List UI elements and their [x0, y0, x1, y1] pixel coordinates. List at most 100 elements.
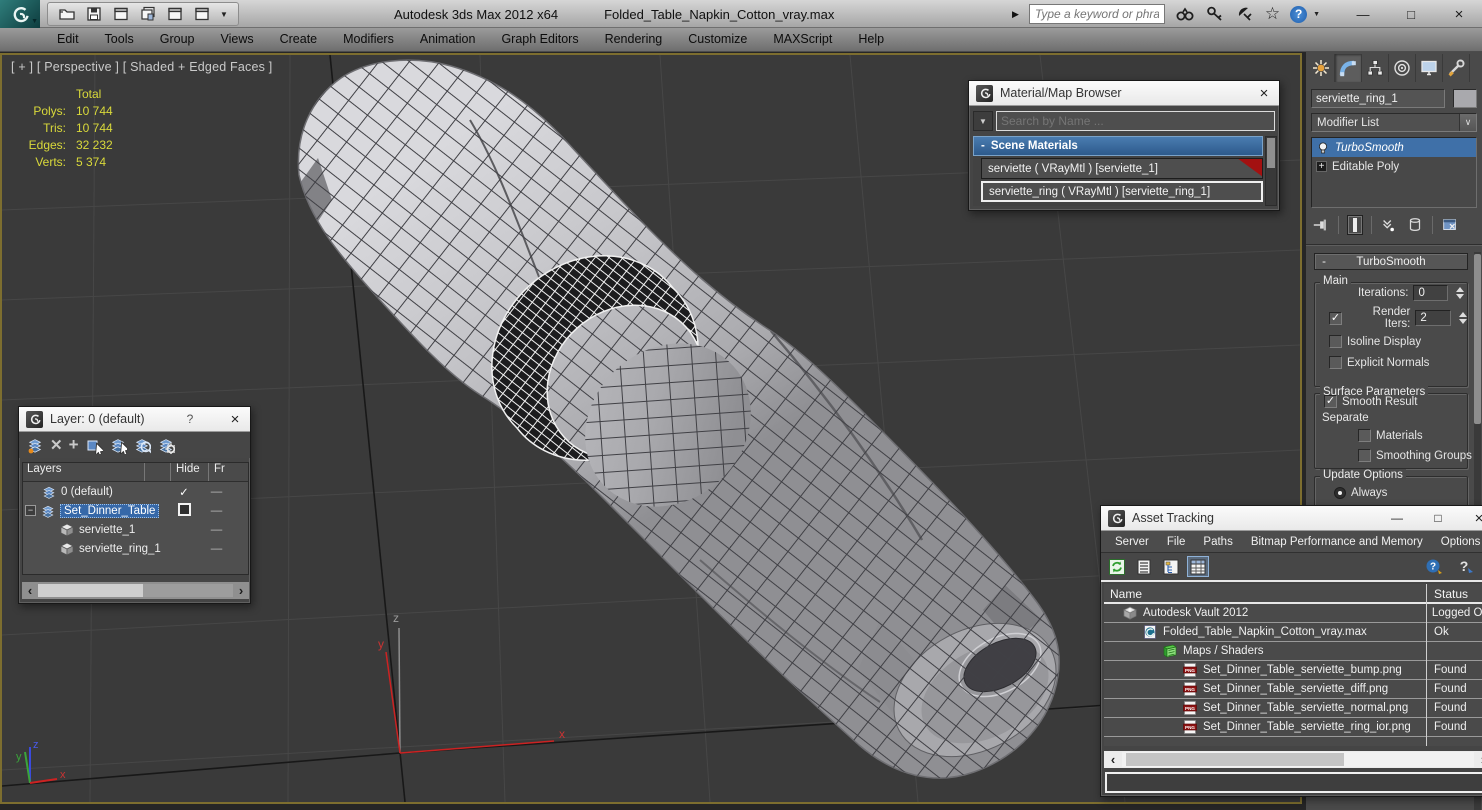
close-icon[interactable]: ×	[1256, 85, 1272, 102]
menu-modifiers[interactable]: Modifiers	[330, 28, 407, 51]
search-input[interactable]	[1028, 4, 1165, 24]
pin-stack-icon[interactable]	[1312, 216, 1330, 234]
make-unique-icon[interactable]	[1380, 216, 1398, 234]
render-iters-spinner[interactable]	[1456, 312, 1469, 324]
menu-file[interactable]: File	[1159, 536, 1194, 548]
layer-row-serviette-1[interactable]: serviette_1 —	[23, 520, 248, 539]
tab-create[interactable]	[1308, 54, 1335, 82]
column-status[interactable]: Status	[1426, 584, 1468, 602]
tree-view-icon[interactable]	[1160, 556, 1182, 577]
menu-options[interactable]: Options	[1433, 536, 1482, 548]
context-help-icon[interactable]	[1456, 556, 1476, 581]
iterations-value[interactable]: 0	[1413, 285, 1449, 301]
maximize-icon[interactable]: □	[1430, 511, 1446, 525]
lightbulb-icon[interactable]	[1316, 141, 1330, 155]
modifier-stack-item-editable-poly[interactable]: + Editable Poly	[1312, 157, 1476, 176]
scroll-left-icon[interactable]: ‹	[1104, 752, 1122, 767]
layer-row-serviette-ring-1[interactable]: serviette_ring_1 —	[23, 539, 248, 558]
hide-toggle[interactable]: —	[197, 543, 235, 555]
material-item-serviette[interactable]: serviette ( VRayMtl ) [serviette_1]	[981, 158, 1263, 179]
close-icon[interactable]: ×	[1471, 510, 1482, 527]
list-view-icon[interactable]	[1133, 556, 1155, 577]
modifier-list-dropdown[interactable]: Modifier List ∨	[1311, 113, 1477, 132]
create-new-layer-icon[interactable]	[26, 436, 44, 454]
tab-display[interactable]	[1416, 54, 1443, 82]
tab-hierarchy[interactable]	[1362, 54, 1389, 82]
table-view-icon[interactable]	[1187, 556, 1209, 577]
remove-modifier-trash-icon[interactable]	[1406, 216, 1424, 234]
iterations-spinner[interactable]	[1453, 287, 1466, 299]
layer-dialog-title-bar[interactable]: Layer: 0 (default) ? ×	[19, 407, 250, 432]
tab-utilities[interactable]	[1443, 54, 1470, 82]
search-flyout-icon[interactable]: ▶	[1012, 9, 1019, 20]
configure-modifier-sets-icon[interactable]	[1441, 216, 1459, 234]
project-folder-icon[interactable]	[166, 5, 184, 23]
render-iters-checkbox[interactable]: ✓	[1329, 311, 1342, 325]
material-item-serviette-ring[interactable]: serviette_ring ( VRayMtl ) [serviette_ri…	[981, 181, 1263, 202]
column-layers[interactable]: Layers	[23, 463, 145, 481]
menu-rendering[interactable]: Rendering	[592, 28, 676, 51]
communication-center-icon[interactable]	[1235, 4, 1255, 24]
minimize-icon[interactable]: —	[1389, 511, 1405, 525]
material-search-input[interactable]	[996, 111, 1275, 131]
menu-animation[interactable]: Animation	[407, 28, 489, 51]
scroll-right-icon[interactable]: ›	[233, 583, 249, 598]
favorites-star-icon[interactable]: ☆	[1265, 4, 1280, 24]
menu-bitmap-performance[interactable]: Bitmap Performance and Memory	[1243, 536, 1431, 548]
menu-maxscript[interactable]: MAXScript	[760, 28, 845, 51]
object-color-swatch[interactable]	[1453, 89, 1477, 108]
current-layer-check-icon[interactable]: ✓	[171, 485, 197, 499]
material-list-scrollbar[interactable]	[1265, 136, 1277, 206]
filter-dropdown-icon[interactable]: ▼	[973, 111, 993, 131]
viewport-label[interactable]: [ + ] [ Perspective ] [ Shaded + Edged F…	[11, 60, 272, 74]
asset-tracking-title-bar[interactable]: Asset Tracking — □ ×	[1101, 506, 1482, 531]
layer-row-default[interactable]: 0 (default) ✓ —	[23, 482, 248, 501]
object-name-field[interactable]	[1311, 89, 1445, 108]
explicit-normals-checkbox[interactable]	[1329, 356, 1342, 369]
highlight-layer-icon[interactable]	[133, 436, 151, 454]
layer-properties-icon[interactable]	[157, 436, 175, 454]
close-icon[interactable]: ×	[227, 411, 243, 428]
expand-plus-icon[interactable]: +	[1316, 161, 1327, 172]
menu-help[interactable]: Help	[845, 28, 897, 51]
application-menu-button[interactable]: ▼	[0, 0, 40, 28]
tab-motion[interactable]	[1389, 54, 1416, 82]
material-browser-title-bar[interactable]: Material/Map Browser ×	[969, 81, 1279, 106]
smooth-result-checkbox[interactable]: ✓	[1324, 395, 1337, 408]
transform-gizmo[interactable]: z y x	[378, 611, 565, 754]
asset-horizontal-scrollbar[interactable]: ‹ ›	[1104, 751, 1482, 768]
minimize-button[interactable]: —	[1354, 7, 1372, 22]
render-iters-value[interactable]: 2	[1415, 310, 1452, 326]
always-radio[interactable]	[1334, 487, 1346, 499]
collapse-icon[interactable]: -	[981, 140, 985, 152]
menu-paths[interactable]: Paths	[1195, 536, 1240, 548]
menu-edit[interactable]: Edit	[44, 28, 92, 51]
isoline-display-checkbox[interactable]	[1329, 335, 1342, 348]
help-icon[interactable]: ?	[182, 412, 198, 426]
add-to-layer-icon[interactable]: +	[69, 435, 79, 455]
modifier-stack-item-turbosmooth[interactable]: TurboSmooth	[1312, 138, 1476, 157]
column-hide[interactable]: Hide	[171, 463, 209, 481]
menu-graph-editors[interactable]: Graph Editors	[488, 28, 591, 51]
hide-toggle[interactable]: —	[197, 505, 235, 517]
menu-create[interactable]: Create	[267, 28, 331, 51]
hide-toggle[interactable]: —	[197, 486, 235, 498]
show-end-result-button[interactable]	[1347, 215, 1363, 235]
menu-group[interactable]: Group	[147, 28, 208, 51]
save-file-icon[interactable]	[85, 5, 103, 23]
search-icon[interactable]	[1175, 4, 1195, 24]
refresh-icon[interactable]	[1106, 556, 1128, 577]
scene-materials-group-header[interactable]: - Scene Materials	[973, 136, 1263, 156]
menu-customize[interactable]: Customize	[675, 28, 760, 51]
qat-customize-dropdown-icon[interactable]: ▼	[220, 10, 228, 19]
new-scene-icon[interactable]	[193, 5, 211, 23]
scroll-right-icon[interactable]: ›	[1474, 752, 1482, 767]
tab-modify[interactable]	[1335, 54, 1362, 82]
redo-icon[interactable]	[139, 5, 157, 23]
turbosmooth-rollout-header[interactable]: - TurboSmooth	[1314, 253, 1468, 270]
smoothing-groups-checkbox[interactable]	[1358, 449, 1371, 462]
set-current-layer-icon[interactable]	[109, 436, 127, 454]
menu-views[interactable]: Views	[207, 28, 266, 51]
current-layer-checkbox[interactable]	[177, 502, 191, 516]
chevron-down-icon[interactable]: ∨	[1459, 114, 1476, 131]
